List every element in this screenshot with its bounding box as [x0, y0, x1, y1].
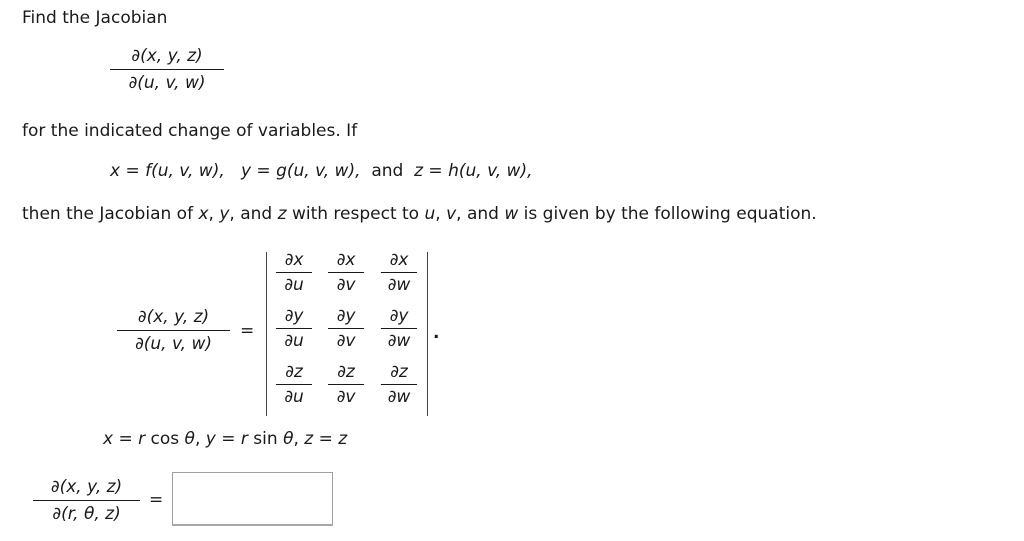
answer-equals-sign: = — [149, 490, 164, 510]
text: , and — [229, 204, 278, 224]
cell-numerator: ∂z — [285, 362, 303, 382]
cell-fraction-bar — [328, 272, 364, 273]
var-x: x — [103, 429, 114, 449]
cell-numerator: ∂x — [284, 250, 304, 270]
cell-fraction-bar — [328, 328, 364, 329]
text: , — [435, 204, 447, 224]
var-w: w — [504, 204, 519, 224]
text: sin — [247, 429, 284, 449]
var-theta: θ — [184, 429, 195, 449]
cell-numerator: ∂x — [336, 250, 356, 270]
text: with respect to — [286, 204, 425, 224]
text: , and — [456, 204, 505, 224]
answer-fraction: ∂(x, y, z) ∂(r, θ, z) — [33, 476, 140, 525]
intro-heading: Find the Jacobian — [22, 8, 168, 28]
cell-numerator: ∂z — [390, 362, 408, 382]
y-definition: y = g(u, v, w), — [240, 161, 361, 181]
var-r: r — [240, 429, 248, 449]
intro-line-3: then the Jacobian of x, y, and z with re… — [22, 204, 817, 224]
cell-numerator: ∂y — [389, 306, 409, 326]
z-definition: z = h(u, v, w), — [414, 161, 533, 181]
cell-fraction-bar — [276, 384, 312, 385]
cell-fraction-bar — [381, 384, 417, 385]
var-v: v — [446, 204, 457, 224]
var-z: z — [277, 204, 287, 224]
cell-denominator: ∂w — [387, 275, 411, 295]
partial-derivative-cell: ∂x ∂v — [326, 250, 366, 295]
var-theta: θ — [283, 429, 294, 449]
fraction-denominator: ∂(u, v, w) — [128, 73, 206, 93]
partial-derivative-cell: ∂y ∂u — [274, 306, 314, 351]
text: is given by the following equation. — [518, 204, 817, 224]
cell-denominator: ∂u — [284, 275, 304, 295]
cell-fraction-bar — [328, 384, 364, 385]
fraction-bar — [110, 69, 224, 70]
var-y: y — [205, 429, 216, 449]
fraction-denominator: ∂(r, θ, z) — [52, 504, 121, 524]
var-x: x — [198, 204, 209, 224]
lhs-fraction: ∂(x, y, z) ∂(u, v, w) — [117, 306, 230, 355]
text: , — [194, 429, 206, 449]
text: = — [215, 429, 241, 449]
partial-derivative-cell: ∂y ∂v — [326, 306, 366, 351]
answer-input[interactable] — [172, 472, 333, 526]
cell-numerator: ∂z — [337, 362, 355, 382]
cell-denominator: ∂v — [336, 387, 356, 407]
partial-derivative-cell: ∂z ∂u — [274, 362, 314, 407]
cell-denominator: ∂w — [387, 387, 411, 407]
text: = — [113, 429, 139, 449]
substitution-equation: x = r cos θ, y = r sin θ, z = z — [103, 429, 347, 449]
cell-denominator: ∂u — [284, 331, 304, 351]
jacobian-determinant: ∂x ∂u ∂x ∂v ∂x ∂w ∂y ∂u ∂y ∂v ∂y ∂w ∂z ∂u ∂z ∂v ∂z ∂w — [266, 250, 428, 416]
x-definition: x = f(u, v, w), — [110, 161, 225, 181]
partial-derivative-cell: ∂z ∂v — [326, 362, 366, 407]
intro-line-2: for the indicated change of variables. I… — [22, 121, 358, 141]
fraction-bar — [33, 500, 140, 501]
var-z: z — [304, 429, 314, 449]
fraction-numerator: ∂(x, y, z) — [137, 307, 210, 327]
cell-fraction-bar — [276, 328, 312, 329]
text: , — [208, 204, 220, 224]
cell-denominator: ∂v — [336, 275, 356, 295]
cell-fraction-bar — [276, 272, 312, 273]
cell-denominator: ∂v — [336, 331, 356, 351]
partial-derivative-cell: ∂x ∂u — [274, 250, 314, 295]
var-z: z — [338, 429, 348, 449]
var-u: u — [424, 204, 436, 224]
fraction-denominator: ∂(u, v, w) — [134, 334, 213, 354]
fraction-numerator: ∂(x, y, z) — [50, 477, 123, 497]
text: = — [313, 429, 339, 449]
text: then the Jacobian of — [22, 204, 199, 224]
cell-fraction-bar — [381, 272, 417, 273]
jacobian-fraction: ∂(x, y, z) ∂(u, v, w) — [110, 45, 224, 94]
fraction-numerator: ∂(x, y, z) — [131, 46, 203, 66]
cell-denominator: ∂w — [387, 331, 411, 351]
variable-definitions: x = f(u, v, w), y = g(u, v, w), and z = … — [110, 161, 533, 181]
partial-derivative-cell: ∂x ∂w — [379, 250, 419, 295]
and-word: and — [371, 161, 404, 181]
cell-numerator: ∂y — [336, 306, 356, 326]
cell-numerator: ∂x — [389, 250, 409, 270]
partial-derivative-cell: ∂z ∂w — [379, 362, 419, 407]
equals-sign: = — [240, 321, 255, 341]
text: cos — [145, 429, 185, 449]
cell-fraction-bar — [381, 328, 417, 329]
trailing-period: . — [433, 323, 440, 343]
cell-numerator: ∂y — [284, 306, 304, 326]
partial-derivative-cell: ∂y ∂w — [379, 306, 419, 351]
fraction-bar — [117, 330, 230, 331]
cell-denominator: ∂u — [284, 387, 304, 407]
var-y: y — [219, 204, 230, 224]
text: , — [293, 429, 305, 449]
